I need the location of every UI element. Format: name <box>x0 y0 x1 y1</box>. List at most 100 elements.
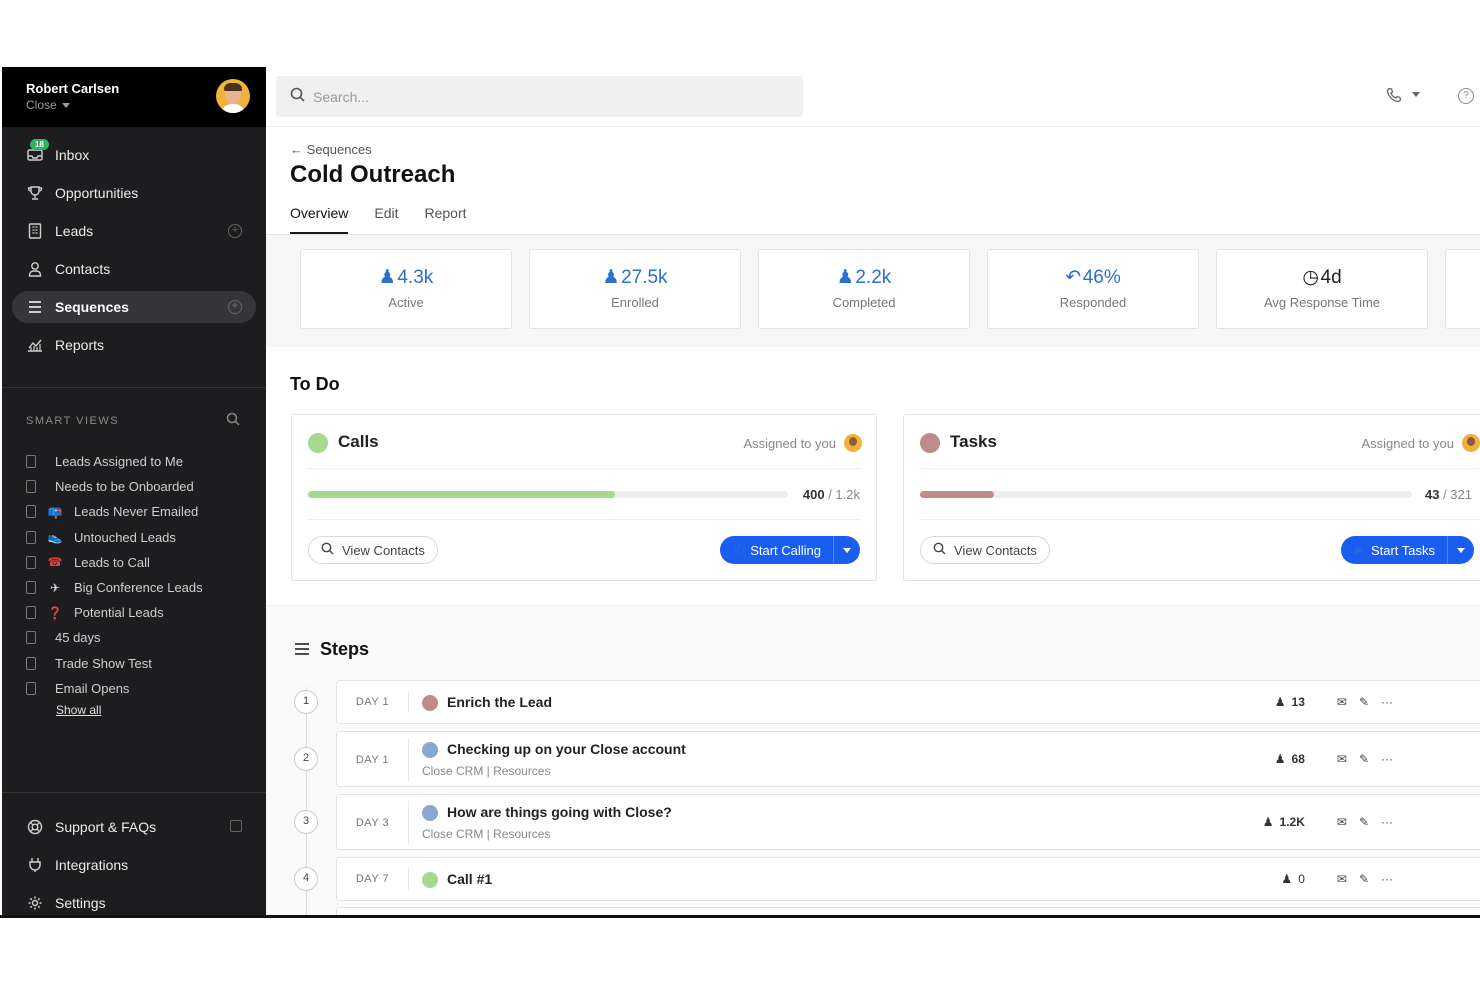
step-actions: ♟ 1.2K ✉ ✎ ··· <box>1263 815 1393 829</box>
start-calling-dropdown[interactable] <box>834 536 860 564</box>
app-window: Robert Carlsen Close 18 Inbox Opportunit… <box>2 67 1480 917</box>
more-icon[interactable]: ··· <box>1381 872 1393 886</box>
button-label: View Contacts <box>954 542 1037 558</box>
email-icon[interactable]: ✉ <box>1337 815 1347 829</box>
edit-icon[interactable]: ✎ <box>1359 815 1369 829</box>
sidebar-item-sequences[interactable]: Sequences + <box>12 291 256 323</box>
sidebar-item-inbox[interactable]: 18 Inbox <box>12 139 256 171</box>
assigned-filter[interactable]: Assigned to you <box>743 434 862 452</box>
step-subtitle: Close CRM | Resources <box>422 764 551 778</box>
smart-view-item[interactable]: Leads Assigned to Me <box>26 449 256 474</box>
search-bar[interactable] <box>276 76 803 117</box>
assigned-label: Assigned to you <box>1361 435 1454 451</box>
view-contacts-button[interactable]: View Contacts <box>920 536 1050 564</box>
search-input[interactable] <box>313 88 733 105</box>
breadcrumb[interactable]: ← Sequences <box>290 142 372 157</box>
button-label: View Contacts <box>342 542 425 558</box>
sidebar-item-opportunities[interactable]: Opportunities <box>12 177 256 209</box>
sidebar-item-integrations[interactable]: Integrations <box>12 849 256 881</box>
more-icon[interactable]: ··· <box>1381 752 1393 766</box>
assigned-filter[interactable]: Assigned to you <box>1361 434 1480 452</box>
stat-card-active[interactable]: ♟ 4.3k Active <box>300 249 512 329</box>
topbar: ? <box>266 67 1480 127</box>
smart-view-label: Leads Never Emailed <box>74 504 199 520</box>
phone-menu[interactable] <box>1386 87 1420 106</box>
email-icon[interactable]: ✉ <box>1337 695 1347 709</box>
smart-view-item[interactable]: Email Opens <box>26 676 256 701</box>
search-icon <box>933 542 946 558</box>
tab-edit[interactable]: Edit <box>374 205 398 235</box>
edit-icon[interactable]: ✎ <box>1359 695 1369 709</box>
start-tasks-button[interactable]: ▶ Start Tasks <box>1341 536 1474 564</box>
smart-view-icon <box>26 505 36 519</box>
step-row[interactable]: DAY 1 Checking up on your Close account … <box>336 731 1480 787</box>
stat-card-completed[interactable]: ♟ 2.2k Completed <box>758 249 970 329</box>
step-name: Call #1 <box>447 871 493 887</box>
tasks-progress-bar <box>920 491 1412 498</box>
divider <box>308 519 860 520</box>
divider <box>2 792 266 793</box>
todo-title: To Do <box>290 374 340 394</box>
avatar[interactable] <box>216 79 250 113</box>
smart-view-item[interactable]: ✈ Big Conference Leads <box>26 575 256 600</box>
email-icon[interactable]: ✉ <box>1337 752 1347 766</box>
tab-overview[interactable]: Overview <box>290 205 349 235</box>
edit-icon[interactable]: ✎ <box>1359 752 1369 766</box>
smart-view-icon <box>26 555 36 569</box>
sidebar-item-leads[interactable]: Leads + <box>12 215 256 247</box>
add-lead-icon[interactable]: + <box>228 224 242 238</box>
sidebar-item-reports[interactable]: Reports <box>12 329 256 361</box>
stat-card-avg-response[interactable]: ◷ 4d Avg Response Time <box>1216 249 1428 329</box>
step-row[interactable]: DAY 7 Call #1 ♟ 0 ✉ ✎ ··· <box>336 857 1480 901</box>
start-calling-button[interactable]: ✆ Start Calling <box>720 536 860 564</box>
stat-card-responded[interactable]: ↶ 46% Responded <box>987 249 1199 329</box>
sidebar-item-settings[interactable]: Settings <box>12 887 256 917</box>
sidebar-item-label: Support & FAQs <box>55 819 157 835</box>
person-icon: ♟ <box>378 267 398 288</box>
start-calling-main[interactable]: ✆ Start Calling <box>720 536 834 564</box>
calls-progress-fill <box>308 491 616 498</box>
smart-view-item[interactable]: ☎ Leads to Call <box>26 550 256 575</box>
edit-icon[interactable]: ✎ <box>1359 872 1369 886</box>
stat-card-enrolled[interactable]: ♟ 27.5k Enrolled <box>529 249 741 329</box>
org-switcher[interactable]: Close <box>26 98 70 112</box>
stat-card-overflow[interactable] <box>1445 249 1480 329</box>
stat-label: Active <box>388 295 424 310</box>
sidebar-item-support[interactable]: Support & FAQs <box>12 811 256 843</box>
smart-view-item[interactable]: Needs to be Onboarded <box>26 474 256 499</box>
view-contacts-button[interactable]: View Contacts <box>308 536 438 564</box>
email-icon[interactable]: ✉ <box>1337 872 1347 886</box>
smart-view-item[interactable]: 45 days <box>26 625 256 650</box>
stat-label: Enrolled <box>611 295 659 310</box>
smart-view-item[interactable]: 📪 Leads Never Emailed <box>26 499 256 524</box>
smart-view-item[interactable]: Trade Show Test <box>26 651 256 676</box>
step-row[interactable]: DAY 3 How are things going with Close? C… <box>336 794 1480 850</box>
smart-view-icon <box>26 681 36 695</box>
more-icon[interactable]: ··· <box>1381 815 1393 829</box>
search-icon[interactable] <box>226 412 240 431</box>
more-icon[interactable]: ··· <box>1381 695 1393 709</box>
smart-view-icon <box>26 656 36 670</box>
search-icon <box>321 542 334 558</box>
user-menu[interactable]: Robert Carlsen Close <box>2 67 266 127</box>
start-tasks-main[interactable]: ▶ Start Tasks <box>1341 536 1448 564</box>
sidebar-item-contacts[interactable]: Contacts <box>12 253 256 285</box>
external-link-icon <box>230 820 242 832</box>
card-title: Tasks <box>950 432 997 451</box>
step-row[interactable]: DAY 1 Enrich the Lead ♟ 13 ✉ ✎ ··· <box>336 680 1480 724</box>
show-all-link[interactable]: Show all <box>56 703 101 717</box>
smart-view-item[interactable]: 👟 Untouched Leads <box>26 525 256 550</box>
step-enrolled-count: ♟ 1.2K <box>1262 815 1305 829</box>
main-nav: 18 Inbox Opportunities Leads + Contacts … <box>12 139 256 367</box>
org-name: Close <box>26 98 57 112</box>
help-icon[interactable]: ? <box>1458 88 1474 104</box>
tab-report[interactable]: Report <box>424 205 466 235</box>
smart-view-item[interactable]: ❓ Potential Leads <box>26 600 256 625</box>
sidebar: Robert Carlsen Close 18 Inbox Opportunit… <box>2 67 266 917</box>
chevron-down-icon <box>1411 91 1420 97</box>
step-actions: ♟ 68 ✉ ✎ ··· <box>1275 752 1393 766</box>
calls-progress-bar <box>308 491 788 498</box>
start-tasks-dropdown[interactable] <box>1448 536 1474 564</box>
add-sequence-icon[interactable]: + <box>228 300 242 314</box>
phone-icon: ✆ <box>734 543 745 557</box>
